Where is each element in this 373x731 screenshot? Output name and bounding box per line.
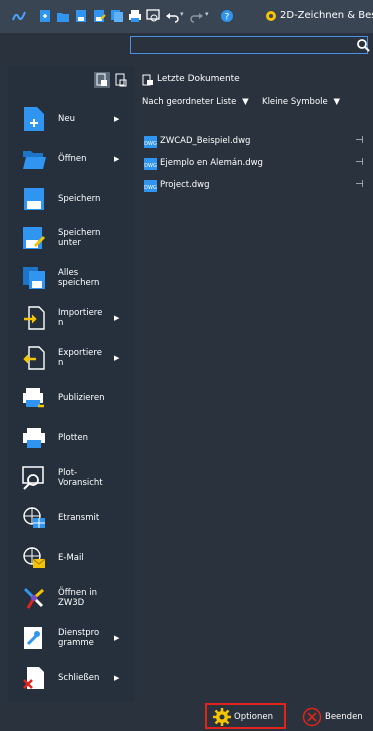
menu-item-plot[interactable]: Plotten	[8, 416, 134, 460]
qat-print-icon[interactable]	[128, 9, 142, 23]
pin-icon[interactable]: ⊣	[355, 135, 364, 146]
svg-text:DWG: DWG	[144, 185, 157, 191]
import-icon	[22, 304, 46, 332]
menu-item-save-as[interactable]: Speichern unter	[8, 216, 134, 260]
menu-item-label: Neu	[58, 114, 75, 124]
save-as-icon	[22, 224, 46, 252]
app-logo-icon[interactable]	[12, 9, 26, 23]
menu-item-label: Öffnen in ZW3D	[58, 588, 98, 608]
undo-dropdown-icon[interactable]: ▾	[180, 10, 184, 18]
save-all-icon	[22, 264, 46, 292]
submenu-arrow-icon: ▶	[114, 115, 120, 123]
menu-item-export[interactable]: Exportiere n ▶	[8, 336, 134, 380]
menu-item-label: Etransmit	[58, 513, 100, 523]
menu-item-save[interactable]: Speichern	[8, 177, 134, 221]
qat-save-icon[interactable]	[74, 9, 88, 23]
exit-icon[interactable]	[302, 707, 322, 727]
sort-order-dropdown[interactable]: Nach geordneter Liste ▼	[142, 97, 249, 107]
recent-document-item[interactable]: DWG ZWCAD_Beispiel.dwg ⊣	[144, 134, 373, 152]
menu-item-label: Exportiere n	[58, 348, 102, 368]
svg-text:DWG: DWG	[144, 163, 157, 169]
document-name: ZWCAD_Beispiel.dwg	[160, 136, 251, 146]
zw3d-icon	[22, 584, 46, 612]
publish-icon	[22, 384, 46, 412]
menu-item-close[interactable]: Schließen ▶	[8, 656, 134, 700]
menu-item-etransmit[interactable]: Etransmit	[8, 496, 134, 540]
menu-item-publish[interactable]: Publizieren	[8, 376, 134, 420]
chevron-down-icon: ▼	[333, 97, 340, 107]
qat-undo-icon[interactable]	[165, 9, 179, 23]
recent-documents-title: Letzte Dokumente	[157, 74, 240, 84]
view-mode-dropdown[interactable]: Kleine Symbole ▼	[262, 97, 340, 107]
dwg-file-icon: DWG	[144, 158, 157, 170]
recent-documents-icon	[142, 74, 153, 86]
options-label[interactable]: Optionen	[234, 712, 273, 722]
menu-item-label: Publizieren	[58, 393, 105, 403]
submenu-arrow-icon: ▶	[114, 314, 120, 322]
email-icon	[22, 544, 46, 572]
menu-item-label: Schließen	[58, 673, 100, 683]
qat-save-as-icon[interactable]	[92, 9, 106, 23]
menu-item-label: Speichern	[58, 194, 101, 204]
new-file-icon	[22, 105, 46, 133]
chevron-down-icon: ▼	[242, 97, 249, 107]
menu-item-import[interactable]: Importiere n ▶	[8, 296, 134, 340]
open-folder-icon	[22, 145, 46, 173]
menu-item-label: Öffnen	[58, 154, 87, 164]
view-mode-label: Kleine Symbole	[262, 97, 328, 107]
dwg-file-icon: DWG	[144, 180, 157, 192]
close-doc-icon	[22, 664, 46, 692]
submenu-arrow-icon: ▶	[114, 674, 120, 682]
recent-documents-toggle-icon[interactable]	[94, 72, 110, 88]
pin-icon[interactable]: ⊣	[355, 179, 364, 190]
options-gear-icon	[213, 708, 231, 726]
exit-label[interactable]: Beenden	[325, 712, 363, 722]
document-name: Project.dwg	[160, 180, 210, 190]
search-icon[interactable]	[356, 37, 370, 53]
menu-item-open-in-zw3d[interactable]: Öffnen in ZW3D	[8, 576, 134, 620]
menu-item-email[interactable]: E-Mail	[8, 536, 134, 580]
submenu-arrow-icon: ▶	[114, 634, 120, 642]
workspace-title[interactable]: 2D-Zeichnen & Beso	[280, 10, 373, 21]
quick-access-toolbar: ▾ ▾ ? 2D-Zeichnen & Beso	[0, 0, 373, 33]
menu-item-save-all[interactable]: Alles speichern	[8, 256, 134, 300]
menu-item-label: Dienstpro gramme	[58, 628, 100, 648]
menu-item-label: Alles speichern	[58, 268, 100, 288]
recent-document-item[interactable]: DWG Project.dwg ⊣	[144, 178, 373, 196]
etransmit-icon	[22, 504, 46, 532]
menu-item-utilities[interactable]: Dienstpro gramme ▶	[8, 616, 134, 660]
submenu-arrow-icon: ▶	[114, 354, 120, 362]
redo-dropdown-icon[interactable]: ▾	[205, 10, 209, 18]
menu-item-label: Plotten	[58, 433, 88, 443]
qat-new-icon[interactable]	[38, 9, 52, 23]
save-icon	[22, 185, 46, 213]
plot-icon	[22, 424, 46, 452]
search-input[interactable]	[130, 36, 368, 54]
submenu-arrow-icon: ▶	[114, 155, 120, 163]
svg-text:DWG: DWG	[144, 141, 157, 147]
export-icon	[22, 344, 46, 372]
workspace-gear-icon[interactable]	[264, 9, 278, 23]
open-documents-toggle-icon[interactable]	[113, 72, 129, 88]
svg-text:?: ?	[225, 13, 230, 23]
qat-plot-preview-icon[interactable]	[146, 9, 160, 23]
document-name: Ejemplo en Alemán.dwg	[160, 158, 263, 168]
pin-icon[interactable]: ⊣	[355, 157, 364, 168]
qat-open-icon[interactable]	[56, 9, 70, 23]
menu-item-open[interactable]: Öffnen ▶	[8, 137, 134, 181]
qat-save-all-icon[interactable]	[110, 9, 124, 23]
menu-item-label: Importiere n	[58, 308, 103, 328]
qat-redo-icon[interactable]	[190, 9, 204, 23]
help-icon[interactable]: ?	[220, 9, 234, 23]
menu-item-label: Speichern unter	[58, 228, 101, 248]
menu-item-new[interactable]: Neu ▶	[8, 97, 134, 141]
plot-preview-icon	[22, 464, 46, 492]
dwg-file-icon: DWG	[144, 136, 157, 148]
utilities-icon	[22, 624, 46, 652]
menu-item-label: E-Mail	[58, 553, 84, 563]
menu-item-label: Plot- Voransicht	[58, 468, 103, 488]
menu-item-plot-preview[interactable]: Plot- Voransicht	[8, 456, 134, 500]
sort-order-label: Nach geordneter Liste	[142, 97, 237, 107]
recent-document-item[interactable]: DWG Ejemplo en Alemán.dwg ⊣	[144, 156, 373, 174]
